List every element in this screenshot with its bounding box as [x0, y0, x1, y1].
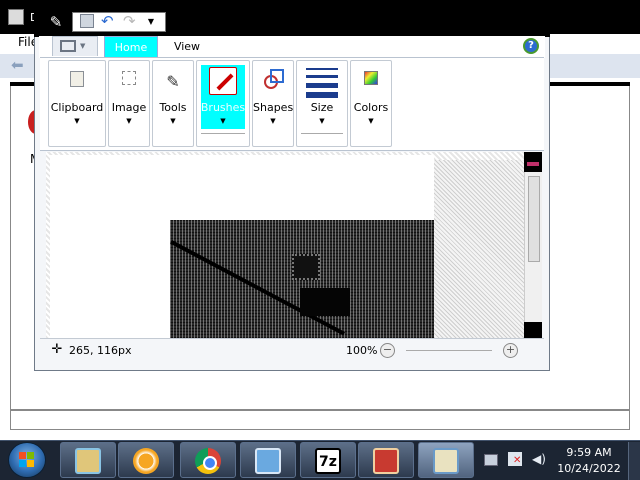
taskbar-button-toolbox[interactable]	[358, 442, 414, 478]
divider	[301, 133, 343, 134]
clipboard-icon	[70, 71, 84, 87]
ribbon-group-clipboard[interactable]: Clipboard ▼	[48, 60, 106, 147]
media-player-icon	[133, 448, 159, 474]
paint-icon	[433, 448, 459, 474]
show-desktop-button[interactable]	[628, 442, 640, 480]
chevron-down-icon: ▼	[170, 117, 176, 125]
map-app-icon	[75, 448, 101, 474]
tray-device-icon[interactable]	[484, 454, 498, 466]
colors-icon	[364, 71, 378, 85]
network-map-icon	[255, 448, 281, 474]
file-menu-icon	[60, 40, 76, 52]
tab-view[interactable]: View	[164, 36, 210, 58]
back-arrow-icon[interactable]: ⬅	[11, 57, 29, 73]
scrollbar-bottom-region	[524, 322, 542, 338]
ribbon-group-label: Clipboard	[50, 101, 104, 114]
ribbon-group-brushes[interactable]: Brushes ▼	[196, 60, 250, 147]
chevron-down-icon: ▼	[368, 117, 374, 125]
ribbon-group-label: Size	[310, 101, 334, 114]
taskbar-button-7zip[interactable]: 7z	[300, 442, 356, 478]
ribbon-group-label: Shapes	[253, 101, 294, 114]
chevron-down-icon: ▼	[126, 117, 132, 125]
selection-icon	[122, 71, 136, 85]
7zip-icon: 7z	[315, 448, 341, 474]
chevron-down-icon: ▼	[74, 117, 80, 125]
ribbon-group-shapes[interactable]: Shapes ▼	[252, 60, 294, 147]
cursor-position: 265, 116px	[69, 344, 132, 357]
brush-icon	[209, 67, 237, 95]
undo-icon[interactable]: ↶	[101, 12, 117, 30]
ribbon-group-label: Tools	[159, 101, 187, 114]
line-size-icon	[306, 66, 338, 98]
save-icon[interactable]	[80, 14, 94, 28]
ribbon-group-tools[interactable]: ✎ Tools ▼	[152, 60, 194, 147]
chevron-down-icon: ▼	[319, 117, 325, 125]
canvas-dark-shape	[300, 288, 350, 316]
ribbon-group-label: Brushes	[200, 101, 246, 114]
customize-toolbar-dropdown-icon[interactable]: ▼	[146, 14, 156, 30]
chrome-icon	[195, 448, 221, 474]
taskbar-button-network-map[interactable]	[240, 442, 296, 478]
taskbar-button-chrome[interactable]	[180, 442, 236, 478]
volume-icon[interactable]: ◀)	[532, 452, 546, 466]
zoom-level: 100%	[346, 344, 378, 357]
taskbar-button-media-player[interactable]	[118, 442, 174, 478]
ribbon-group-image[interactable]: Image ▼	[108, 60, 150, 147]
scrollbar-mark	[527, 162, 539, 166]
tools-icon: ✎	[166, 72, 180, 91]
ribbon-group-size[interactable]: Size ▼	[296, 60, 348, 147]
scrollbar-thumb[interactable]	[528, 176, 540, 262]
printer-icon	[8, 9, 24, 25]
zoom-in-button[interactable]: +	[503, 343, 518, 358]
ribbon-group-colors[interactable]: Colors ▼	[350, 60, 392, 147]
clock-time[interactable]: 9:59 AM	[556, 446, 622, 459]
shapes-icon	[264, 69, 284, 89]
tab-home[interactable]: Home	[104, 36, 158, 58]
crosshair-icon: ✛	[51, 342, 63, 357]
divider	[201, 133, 245, 134]
canvas-selection-shape	[292, 254, 320, 280]
help-icon[interactable]: ?	[523, 38, 539, 54]
zoom-slider[interactable]	[406, 350, 492, 351]
zoom-out-button[interactable]: −	[380, 343, 395, 358]
toolbox-icon	[373, 448, 399, 474]
chevron-down-icon: ▼	[80, 42, 86, 50]
canvas-dithered-region	[434, 160, 524, 338]
action-center-flag-icon[interactable]	[508, 452, 522, 466]
paint-app-icon[interactable]: ✎	[46, 12, 66, 32]
windows-logo-icon	[19, 452, 35, 468]
chevron-down-icon: ▼	[220, 117, 226, 125]
taskbar-button-paint[interactable]	[418, 442, 474, 478]
taskbar-button-map[interactable]	[60, 442, 116, 478]
ribbon-group-label: Colors	[353, 101, 389, 114]
ribbon-group-label: Image	[111, 101, 147, 114]
clock-date[interactable]: 10/24/2022	[556, 462, 622, 475]
redo-icon[interactable]: ↷	[123, 12, 139, 30]
chevron-down-icon: ▼	[270, 117, 276, 125]
background-status-box	[10, 410, 630, 430]
